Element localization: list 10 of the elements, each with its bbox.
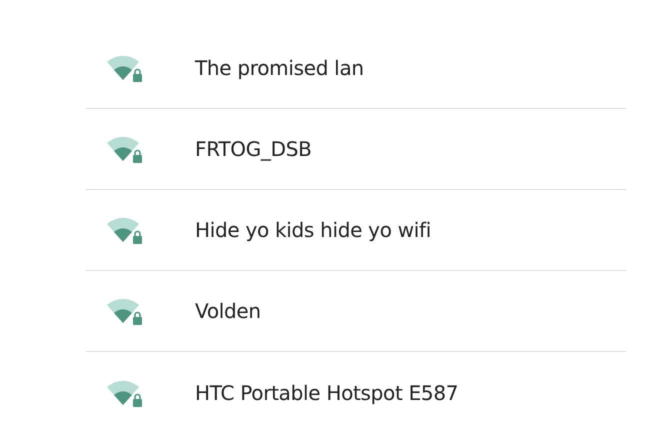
network-item[interactable]: Hide yo kids hide yo wifi	[86, 190, 626, 271]
network-name: The promised lan	[195, 55, 364, 82]
network-item[interactable]: FRTOG_DSB	[86, 109, 626, 190]
network-name: HTC Portable Hotspot E587	[195, 380, 458, 406]
network-name: Hide yo kids hide yo wifi	[195, 217, 432, 244]
network-name: FRTOG_DSB	[195, 136, 312, 163]
network-item[interactable]: HTC Portable Hotspot E587	[86, 352, 626, 433]
network-item[interactable]: Volden	[86, 271, 626, 352]
network-item[interactable]: The promised lan	[86, 28, 626, 109]
network-name: Volden	[195, 298, 261, 325]
